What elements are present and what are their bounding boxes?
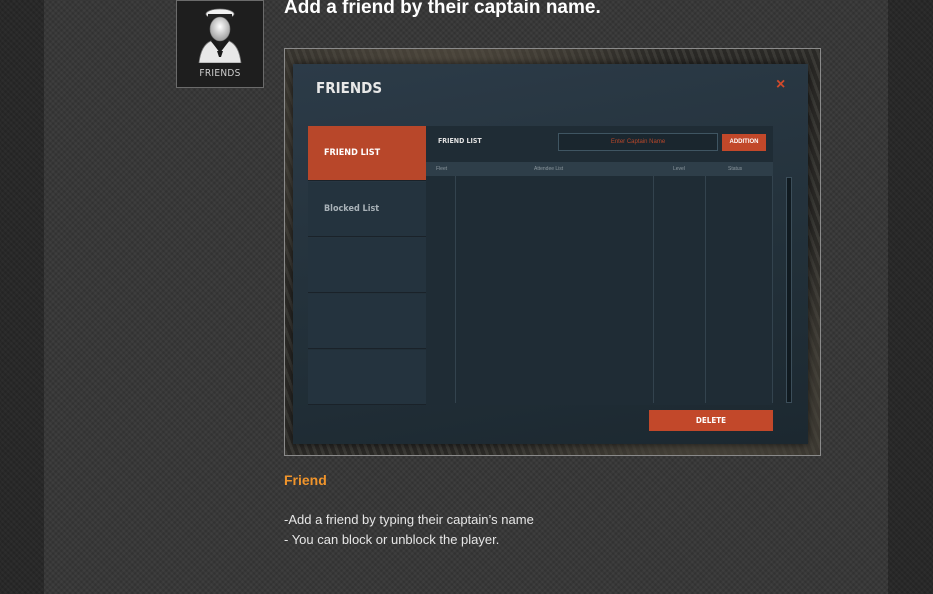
description-line: - You can block or unblock the player. bbox=[284, 532, 500, 547]
captain-name-input[interactable]: Enter Captain Name bbox=[558, 133, 718, 151]
column-divider bbox=[455, 176, 456, 403]
column-divider bbox=[653, 176, 654, 403]
column-divider bbox=[772, 176, 773, 403]
table-header bbox=[426, 162, 773, 176]
friends-window-screenshot: FRIENDS × FRIEND LIST Blocked List FRIEN… bbox=[284, 48, 821, 456]
section-title: Friend bbox=[284, 472, 327, 488]
window-title: FRIENDS bbox=[316, 79, 383, 97]
column-divider bbox=[705, 176, 706, 403]
delete-button[interactable]: DELETE bbox=[649, 410, 773, 431]
tab-empty-slot bbox=[308, 294, 426, 349]
tab-friend-list[interactable]: FRIEND LIST bbox=[308, 126, 426, 181]
description-line: -Add a friend by typing their captain’s … bbox=[284, 512, 534, 527]
close-icon[interactable]: × bbox=[776, 76, 785, 94]
list-scrollbar[interactable] bbox=[786, 177, 792, 403]
friends-feature-card: FRIENDS bbox=[176, 0, 264, 88]
icon-caption: FRIENDS bbox=[199, 68, 241, 79]
panel-title: FRIEND LIST bbox=[438, 137, 482, 145]
column-status: Status bbox=[728, 166, 743, 172]
add-friend-button[interactable]: ADDITION bbox=[722, 134, 766, 151]
friends-window: FRIENDS × FRIEND LIST Blocked List FRIEN… bbox=[293, 64, 808, 444]
tab-blocked-list[interactable]: Blocked List bbox=[308, 182, 426, 237]
column-level: Level bbox=[673, 166, 685, 172]
tab-empty-slot bbox=[308, 238, 426, 293]
sailor-icon bbox=[198, 8, 242, 63]
column-attendee-list: Attendee List bbox=[534, 166, 564, 172]
tab-empty-slot bbox=[308, 350, 426, 405]
column-fleet: Fleet bbox=[436, 166, 448, 172]
page-headline: Add a friend by their captain name. bbox=[284, 0, 601, 18]
